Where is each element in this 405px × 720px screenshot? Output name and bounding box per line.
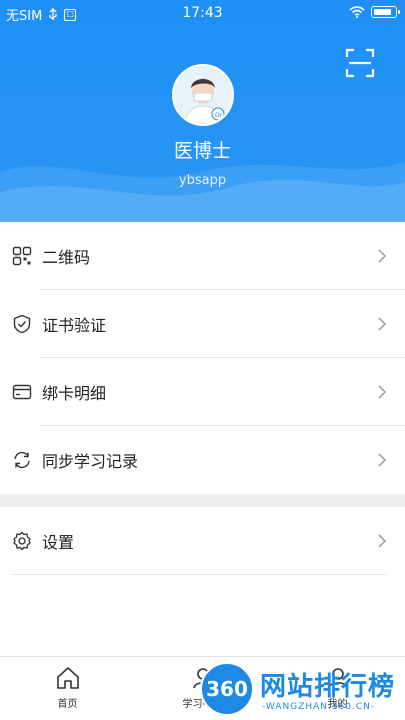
chevron-right-icon bbox=[378, 249, 387, 263]
chevron-right-icon bbox=[378, 385, 387, 399]
menu-item-label: 同步学习记录 bbox=[42, 452, 139, 471]
chevron-right-icon bbox=[378, 534, 387, 548]
menu-item-qrcode[interactable]: 二维码 bbox=[0, 222, 405, 290]
wifi-icon bbox=[349, 6, 365, 18]
menu-item-settings[interactable]: 设置 bbox=[0, 507, 405, 575]
qrcode-icon bbox=[12, 246, 32, 266]
avatar[interactable]: Dr bbox=[172, 64, 234, 126]
tab-home[interactable]: 首页 bbox=[0, 657, 135, 720]
gear-icon bbox=[13, 531, 31, 551]
menu-item-label: 二维码 bbox=[42, 248, 91, 267]
watermark-title: 网站排行榜 bbox=[260, 672, 396, 702]
profile-name: 医博士 bbox=[173, 140, 231, 162]
scan-icon[interactable] bbox=[345, 48, 375, 78]
menu-item-label: 绑卡明细 bbox=[42, 384, 107, 403]
status-bar: 无SIM ☐ 17:43 bbox=[0, 0, 405, 28]
status-time: 17:43 bbox=[182, 5, 223, 21]
watermark-subtitle: -WANGZHAN.360.CN- bbox=[262, 702, 376, 712]
divider bbox=[12, 574, 387, 575]
sync-icon bbox=[14, 451, 30, 469]
svg-text:Dr: Dr bbox=[215, 112, 223, 119]
menu-list: 二维码 证书验证 绑卡明细 同步学习记录 设置 bbox=[0, 222, 405, 575]
doctor-avatar-icon: Dr bbox=[174, 66, 232, 124]
menu-item-label: 设置 bbox=[42, 533, 75, 552]
profile-header: 无SIM ☐ 17:43 Dr 医博士 ybsapp bbox=[0, 0, 405, 222]
battery-icon bbox=[371, 6, 400, 18]
home-icon bbox=[56, 667, 79, 689]
menu-item-certificate-verify[interactable]: 证书验证 bbox=[0, 290, 405, 358]
watermark: 360 网站排行榜 -WANGZHAN.360.CN- bbox=[198, 660, 405, 720]
watermark-logo: 360 bbox=[200, 662, 254, 716]
section-gap bbox=[0, 494, 405, 507]
chevron-right-icon bbox=[378, 453, 387, 467]
profile-id: ybsapp bbox=[178, 173, 227, 188]
shield-check-icon bbox=[13, 314, 31, 334]
menu-item-card-details[interactable]: 绑卡明细 bbox=[0, 358, 405, 426]
chevron-right-icon bbox=[378, 317, 387, 331]
tab-label: 首页 bbox=[57, 699, 78, 710]
menu-item-sync-records[interactable]: 同步学习记录 bbox=[0, 426, 405, 494]
card-icon bbox=[12, 384, 32, 400]
menu-item-label: 证书验证 bbox=[42, 316, 107, 335]
